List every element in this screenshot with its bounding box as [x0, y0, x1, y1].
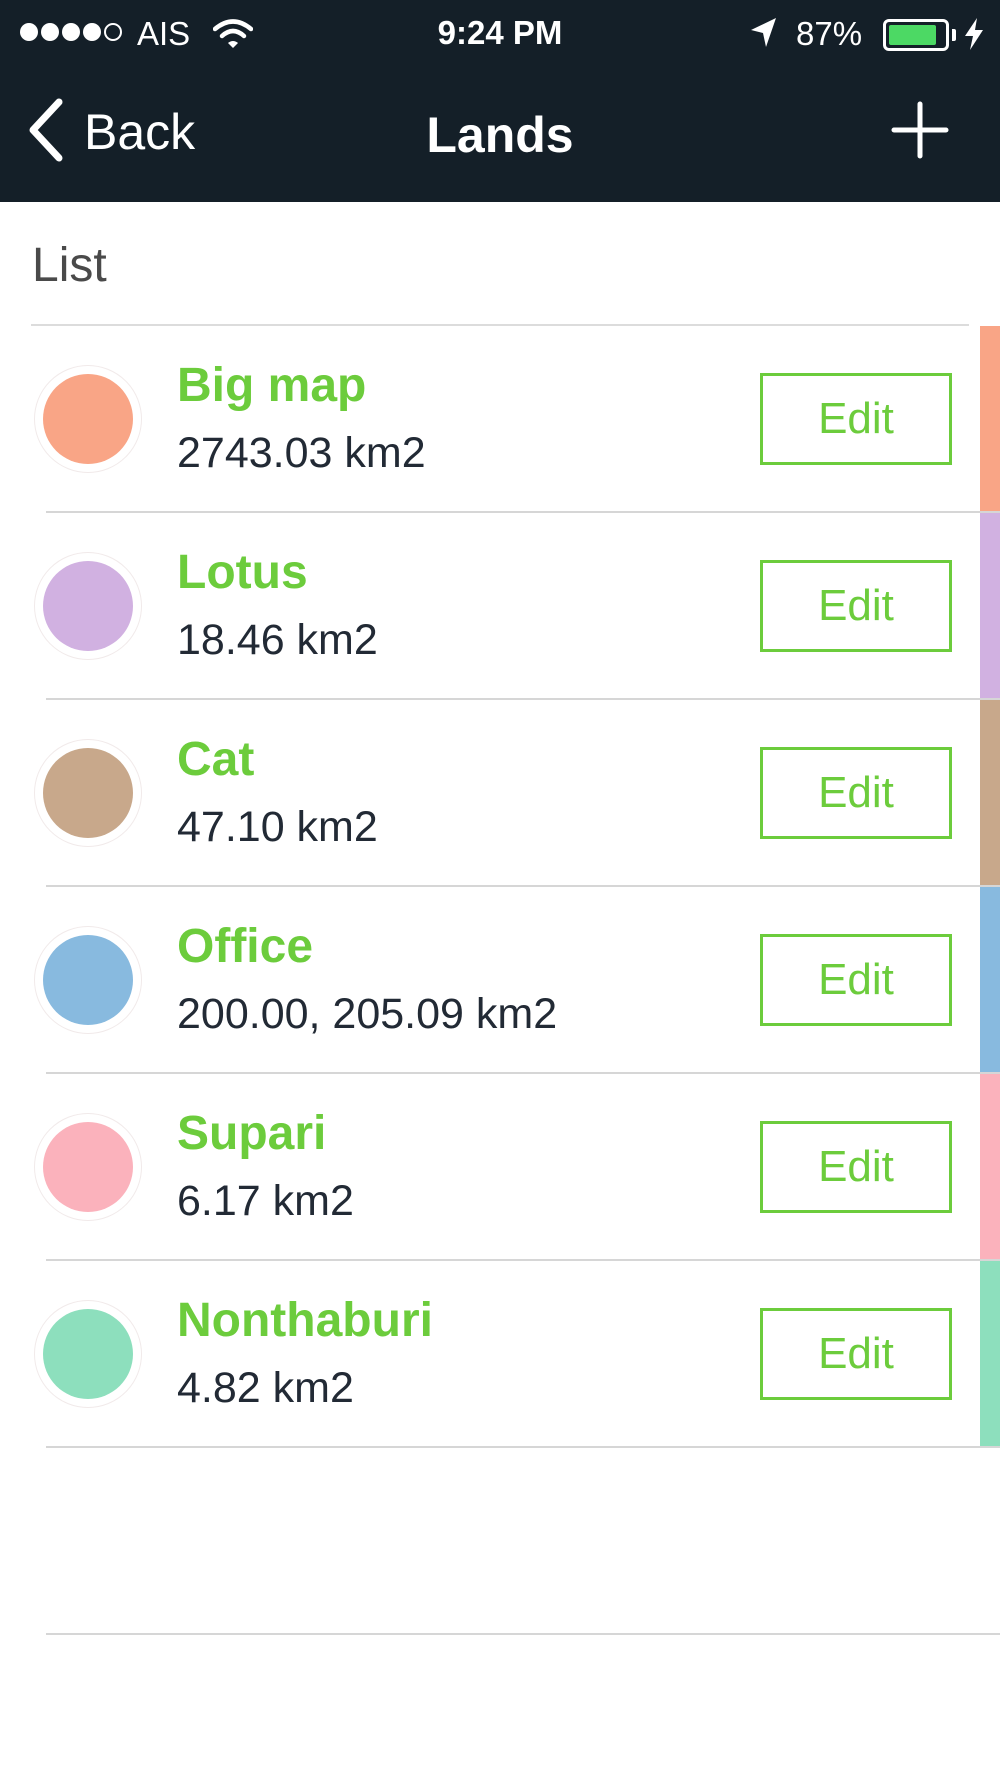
land-area: 2743.03 km2: [177, 429, 426, 477]
land-area: 200.00, 205.09 km2: [177, 990, 558, 1038]
land-row[interactable]: Big map 2743.03 km2 Edit: [0, 326, 1000, 513]
land-area: 4.82 km2: [177, 1364, 354, 1412]
land-color-dot: [43, 1309, 133, 1399]
land-color-strip: [980, 1074, 1000, 1259]
land-color-dot: [43, 748, 133, 838]
lightning-bolt-icon: [963, 17, 985, 59]
edit-button[interactable]: Edit: [760, 373, 952, 465]
battery-icon: [883, 19, 949, 51]
land-color-strip: [980, 887, 1000, 1072]
land-color-strip: [980, 1261, 1000, 1446]
add-land-button[interactable]: [890, 100, 950, 160]
land-name: Lotus: [177, 546, 308, 599]
land-color-swatch: [34, 365, 142, 473]
land-color-swatch: [34, 552, 142, 660]
land-row[interactable]: Lotus 18.46 km2 Edit: [0, 513, 1000, 700]
land-row[interactable]: Nonthaburi 4.82 km2 Edit: [0, 1261, 1000, 1448]
land-row[interactable]: Cat 47.10 km2 Edit: [0, 700, 1000, 887]
edit-button[interactable]: Edit: [760, 1308, 952, 1400]
edit-button[interactable]: Edit: [760, 1121, 952, 1213]
land-color-dot: [43, 374, 133, 464]
battery-percent: 87%: [796, 15, 863, 52]
top-bar: AIS 9:24 PM 87% Back Lands: [0, 0, 1000, 202]
land-color-dot: [43, 1122, 133, 1212]
land-color-strip: [980, 700, 1000, 885]
land-list: Big map 2743.03 km2 Edit Lotus 18.46 km2 Edit…: [0, 326, 1000, 1635]
status-bar: AIS 9:24 PM 87%: [0, 0, 1000, 70]
land-area: 47.10 km2: [177, 803, 378, 851]
edit-button[interactable]: Edit: [760, 560, 952, 652]
land-name: Office: [177, 920, 314, 973]
land-area: 18.46 km2: [177, 616, 378, 664]
land-color-swatch: [34, 926, 142, 1034]
battery-level-fill: [889, 25, 936, 45]
edit-button[interactable]: Edit: [760, 747, 952, 839]
plus-icon: [891, 101, 949, 159]
land-color-strip: [980, 513, 1000, 698]
land-name: Nonthaburi: [177, 1294, 433, 1347]
edit-button[interactable]: Edit: [760, 934, 952, 1026]
land-color-swatch: [34, 1113, 142, 1221]
location-arrow-icon: [748, 16, 778, 58]
land-color-swatch: [34, 1300, 142, 1408]
land-name: Big map: [177, 359, 367, 412]
land-color-swatch: [34, 739, 142, 847]
page-title: Lands: [426, 107, 574, 163]
land-name: Cat: [177, 733, 255, 786]
row-divider: [46, 1633, 1000, 1635]
land-row[interactable]: Supari 6.17 km2 Edit: [0, 1074, 1000, 1261]
empty-row: [0, 1448, 1000, 1635]
land-color-dot: [43, 935, 133, 1025]
battery-cap: [952, 29, 956, 41]
land-color-strip: [980, 326, 1000, 511]
land-area: 6.17 km2: [177, 1177, 354, 1225]
land-color-dot: [43, 561, 133, 651]
section-title: List: [32, 239, 107, 292]
land-name: Supari: [177, 1107, 327, 1160]
land-row[interactable]: Office 200.00, 205.09 km2 Edit: [0, 887, 1000, 1074]
